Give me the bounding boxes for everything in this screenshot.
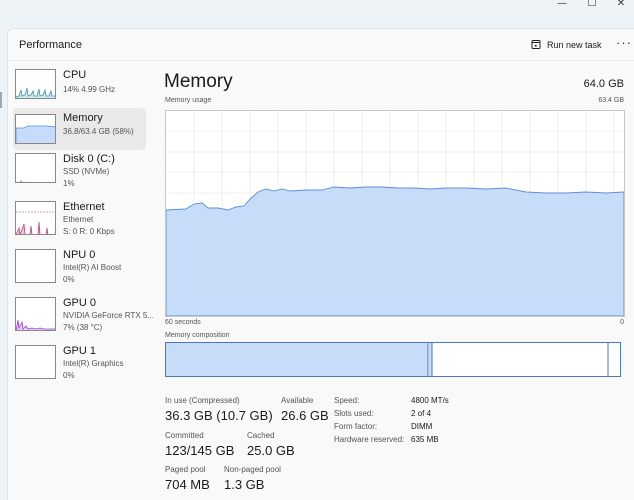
speed-value: 4800 MT/s: [411, 396, 449, 405]
run-new-task-label: Run new task: [547, 40, 602, 50]
sidebar-item-cpu[interactable]: CPU 14% 4.99 GHz: [13, 67, 146, 109]
run-task-icon: [531, 39, 542, 52]
sidebar-item-detail: Intel(R) AI Boost: [63, 263, 122, 272]
hardware-reserved-value: 635 MB: [411, 435, 439, 444]
cached-value: 25.0 GB: [247, 443, 295, 458]
slots-used-label: Slots used:: [334, 409, 374, 418]
sidebar-item-detail-2: 0%: [63, 371, 75, 380]
form-factor-value: DIMM: [411, 422, 433, 431]
sidebar-item-detail: NVIDIA GeForce RTX 5...: [63, 311, 154, 320]
composition-in-use: [166, 343, 428, 376]
slots-used-value: 2 of 4: [411, 409, 432, 418]
hardware-reserved-label: Hardware reserved:: [334, 435, 405, 444]
memory-details-pane: Memory 64.0 GB Memory usage 63.4 GB 60 s…: [164, 68, 634, 500]
close-button[interactable]: ✕: [607, 0, 634, 10]
cached-label: Cached: [247, 431, 275, 440]
in-use-value: 36.3 GB (10.7 GB): [165, 408, 273, 423]
gpu-1-thumbnail-graph: [15, 345, 56, 379]
total-memory: 64.0 GB: [583, 78, 624, 90]
page-title: Memory: [164, 71, 233, 92]
sidebar-item-name: GPU 0: [63, 297, 97, 309]
memory-composition-bar: [165, 342, 621, 377]
non-paged-pool-label: Non-paged pool: [224, 465, 281, 474]
memory-usage-area: [165, 186, 625, 317]
memory-usage-label: Memory usage: [165, 97, 212, 104]
run-new-task-button[interactable]: Run new task: [531, 38, 602, 52]
sidebar-item-detail-2: 7% (38 °C): [63, 323, 103, 332]
sidebar-item-detail-2: S: 0 R: 0 Kbps: [63, 227, 115, 236]
committed-label: Committed: [165, 431, 204, 440]
sidebar-item-detail: 36.8/63.4 GB (58%): [63, 127, 134, 136]
sidebar-item-npu-0[interactable]: NPU 0 Intel(R) AI Boost 0%: [13, 247, 146, 289]
sidebar-item-ethernet[interactable]: Ethernet Ethernet S: 0 R: 0 Kbps: [13, 199, 146, 241]
page-header-title: Performance: [19, 39, 82, 51]
sidebar-item-memory[interactable]: Memory 36.8/63.4 GB (58%): [13, 108, 146, 150]
sidebar-item-name: CPU: [63, 69, 87, 81]
speed-label: Speed:: [334, 396, 360, 405]
sidebar-item-name: Ethernet: [63, 201, 105, 213]
time-axis-right: 0: [620, 319, 624, 326]
ethernet-thumbnail-graph: [15, 201, 56, 235]
sidebar-item-detail: Ethernet: [63, 215, 94, 224]
sidebar-item-detail: SSD (NVMe): [63, 167, 110, 176]
sidebar-item-name: Disk 0 (C:): [63, 153, 115, 165]
title-bar: — ☐ ✕: [0, 0, 634, 28]
sidebar-item-name: Memory: [63, 112, 103, 124]
sidebar-item-disk-0[interactable]: Disk 0 (C:) SSD (NVMe) 1%: [13, 151, 146, 193]
npu-thumbnail-graph: [15, 249, 56, 283]
sidebar-item-detail-2: 1%: [63, 179, 75, 188]
panel-header: Performance Run new task ···: [8, 29, 634, 61]
committed-value: 123/145 GB: [165, 443, 235, 458]
left-edge-strip: [0, 92, 3, 108]
form-factor-label: Form factor:: [334, 422, 378, 431]
memory-usage-max: 63.4 GB: [598, 97, 624, 104]
more-options-button[interactable]: ···: [616, 36, 632, 49]
sidebar-item-gpu-0[interactable]: GPU 0 NVIDIA GeForce RTX 5... 7% (38 °C): [13, 295, 154, 337]
minimize-button[interactable]: —: [548, 0, 576, 10]
time-axis-left: 60 seconds: [165, 319, 201, 326]
sidebar-item-detail-2: 0%: [63, 275, 75, 284]
gpu-0-thumbnail-graph: [15, 297, 56, 331]
sidebar-item-detail: 14% 4.99 GHz: [63, 85, 116, 94]
memory-composition-label: Memory composition: [165, 332, 230, 339]
sidebar-item-gpu-1[interactable]: GPU 1 Intel(R) Graphics 0%: [13, 343, 146, 385]
memory-usage-graph: [165, 110, 625, 317]
available-label: Available: [281, 396, 314, 405]
sidebar-item-name: NPU 0: [63, 249, 96, 261]
paged-pool-label: Paged pool: [165, 465, 206, 474]
memory-thumbnail-graph: [15, 114, 56, 144]
disk-thumbnail-graph: [15, 153, 56, 183]
in-use-label: In use (Compressed): [165, 396, 240, 405]
available-value: 26.6 GB: [281, 408, 329, 423]
sidebar-item-detail: Intel(R) Graphics: [63, 359, 124, 368]
sidebar-item-name: GPU 1: [63, 345, 97, 357]
cpu-thumbnail-graph: [15, 69, 56, 99]
non-paged-pool-value: 1.3 GB: [224, 477, 265, 492]
paged-pool-value: 704 MB: [165, 477, 210, 492]
maximize-button[interactable]: ☐: [578, 0, 606, 10]
